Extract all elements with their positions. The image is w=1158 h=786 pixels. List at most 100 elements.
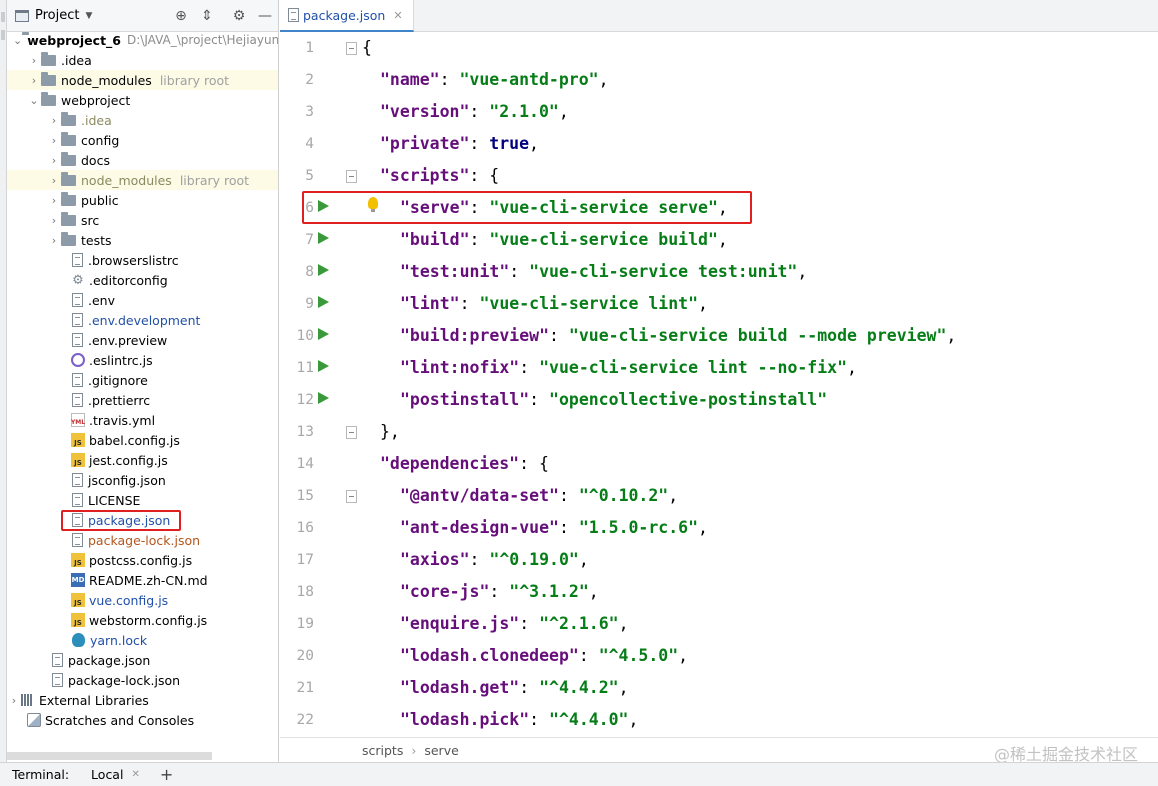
tree-row-webproject[interactable]: ⌄ webproject bbox=[7, 90, 278, 110]
add-terminal-icon[interactable]: + bbox=[160, 765, 173, 784]
tree-row-webstorm-config[interactable]: JS webstorm.config.js bbox=[7, 610, 278, 630]
tab-package-json[interactable]: package.json ✕ bbox=[280, 0, 414, 32]
run-script-icon[interactable] bbox=[318, 328, 329, 340]
json-key: "postinstall" bbox=[400, 390, 530, 409]
ignore-file-icon bbox=[72, 373, 83, 387]
json-key: "axios" bbox=[400, 550, 470, 569]
gear-icon[interactable]: ⚙ bbox=[230, 7, 248, 25]
project-strip-marker[interactable] bbox=[1, 12, 5, 22]
horizontal-scrollbar[interactable] bbox=[7, 752, 212, 760]
tree-row-vue-config[interactable]: JS vue.config.js bbox=[7, 590, 278, 610]
line-number: 16 bbox=[296, 520, 314, 536]
chevron-right-icon[interactable]: › bbox=[47, 214, 61, 227]
tree-row-external-libraries[interactable]: › External Libraries bbox=[7, 690, 278, 710]
tree-label: package-lock.json bbox=[88, 532, 201, 548]
project-view-selector[interactable]: Project bbox=[35, 8, 79, 23]
run-script-icon[interactable] bbox=[318, 360, 329, 372]
chevron-right-icon[interactable]: › bbox=[47, 234, 61, 247]
tree-row-tests[interactable]: › tests bbox=[7, 230, 278, 250]
fold-marker-icon[interactable] bbox=[346, 490, 357, 503]
tree-row-root[interactable]: ⌄ webproject_6 D:\JAVA_\project\Hejiayun bbox=[7, 30, 278, 50]
js-file-icon: JS bbox=[71, 613, 85, 627]
chevron-down-icon[interactable]: ⌄ bbox=[27, 94, 41, 107]
line-number: 18 bbox=[296, 584, 314, 600]
locate-icon[interactable]: ⊕ bbox=[172, 7, 190, 25]
tree-row-prettierrc[interactable]: .prettierrc bbox=[7, 390, 278, 410]
chevron-down-icon[interactable]: ▼ bbox=[85, 11, 92, 21]
tree-row-env-preview[interactable]: .env.preview bbox=[7, 330, 278, 350]
tree-row-src[interactable]: › src bbox=[7, 210, 278, 230]
tree-row-browserslistrc[interactable]: .browserslistrc bbox=[7, 250, 278, 270]
tree-row-docs[interactable]: › docs bbox=[7, 150, 278, 170]
tree-row-env[interactable]: .env bbox=[7, 290, 278, 310]
fold-marker-icon[interactable] bbox=[346, 426, 357, 439]
tree-row-scratches[interactable]: Scratches and Consoles bbox=[7, 710, 278, 730]
breadcrumb-item[interactable]: scripts bbox=[362, 743, 403, 758]
tree-row-node-modules[interactable]: › node_modules library root bbox=[7, 70, 278, 90]
chevron-right-icon[interactable]: › bbox=[47, 114, 61, 127]
run-script-icon[interactable] bbox=[318, 232, 329, 244]
tree-row-gitignore[interactable]: .gitignore bbox=[7, 370, 278, 390]
chevron-right-icon[interactable]: › bbox=[47, 174, 61, 187]
chevron-right-icon[interactable]: › bbox=[47, 194, 61, 207]
tree-row-env-development[interactable]: .env.development bbox=[7, 310, 278, 330]
json-string: "vue-cli-service test:unit" bbox=[529, 262, 798, 281]
tree-label: config bbox=[81, 132, 120, 148]
tree-row-idea[interactable]: › .idea bbox=[7, 50, 278, 70]
line-number: 1 bbox=[305, 40, 314, 56]
tree-row-config[interactable]: › config bbox=[7, 130, 278, 150]
tree-row-editorconfig[interactable]: ⚙ .editorconfig bbox=[7, 270, 278, 290]
run-script-icon[interactable] bbox=[318, 264, 329, 276]
tree-row-yarn-lock[interactable]: yarn.lock bbox=[7, 630, 278, 650]
minimize-icon[interactable]: — bbox=[256, 7, 274, 25]
chevron-down-icon[interactable]: ⌄ bbox=[13, 34, 22, 47]
chevron-right-icon[interactable]: › bbox=[47, 154, 61, 167]
chevron-right-icon[interactable]: › bbox=[47, 134, 61, 147]
json-key: "lint:nofix" bbox=[400, 358, 520, 377]
tree-row-jest-config[interactable]: JS jest.config.js bbox=[7, 450, 278, 470]
collapse-all-icon[interactable]: ⇕ bbox=[198, 7, 216, 25]
tree-row-package-lock-json[interactable]: package-lock.json bbox=[7, 530, 278, 550]
chevron-right-icon[interactable]: › bbox=[27, 74, 41, 87]
run-script-icon[interactable] bbox=[318, 392, 329, 404]
json-key: "scripts" bbox=[380, 166, 470, 185]
tree-row-public[interactable]: › public bbox=[7, 190, 278, 210]
config-file-icon bbox=[72, 393, 83, 407]
json-key: "name" bbox=[380, 70, 440, 89]
tree-row-root-package-json[interactable]: package.json bbox=[7, 650, 278, 670]
code-line: "@antv/data-set": "^0.10.2", bbox=[400, 486, 679, 505]
tree-row-root-package-lock-json[interactable]: package-lock.json bbox=[7, 670, 278, 690]
line-number: 3 bbox=[305, 104, 314, 120]
js-file-icon: JS bbox=[71, 453, 85, 467]
tree-row-babel-config[interactable]: JS babel.config.js bbox=[7, 430, 278, 450]
fold-marker-icon[interactable] bbox=[346, 42, 357, 55]
tree-row-travis[interactable]: YML .travis.yml bbox=[7, 410, 278, 430]
eslint-icon bbox=[71, 353, 85, 367]
close-icon[interactable]: ✕ bbox=[393, 9, 402, 22]
code-area[interactable]: { "name": "vue-antd-pro", "version": "2.… bbox=[362, 32, 1152, 737]
tree-row-license[interactable]: LICENSE bbox=[7, 490, 278, 510]
code-line: "enquire.js": "^2.1.6", bbox=[400, 614, 629, 633]
editor-tab-bar: package.json ✕ bbox=[280, 0, 1158, 32]
tree-row-eslintrc[interactable]: .eslintrc.js bbox=[7, 350, 278, 370]
tree-row-readme[interactable]: MD README.zh-CN.md bbox=[7, 570, 278, 590]
tree-label: jest.config.js bbox=[89, 452, 168, 468]
tree-row-node-modules-sub[interactable]: › node_modules library root bbox=[7, 170, 278, 190]
line-number: 9 bbox=[305, 296, 314, 312]
json-file-icon bbox=[52, 653, 63, 667]
tree-row-postcss-config[interactable]: JS postcss.config.js bbox=[7, 550, 278, 570]
line-number: 20 bbox=[296, 648, 314, 664]
chevron-right-icon[interactable]: › bbox=[7, 694, 21, 707]
terminal-label[interactable]: Terminal: bbox=[12, 767, 69, 782]
close-icon[interactable]: ✕ bbox=[131, 769, 139, 780]
fold-marker-icon[interactable] bbox=[346, 170, 357, 183]
tree-row-idea-sub[interactable]: › .idea bbox=[7, 110, 278, 130]
chevron-right-icon[interactable]: › bbox=[27, 54, 41, 67]
terminal-tab-local[interactable]: Local bbox=[91, 767, 123, 782]
line-number: 14 bbox=[296, 456, 314, 472]
tree-row-jsconfig[interactable]: jsconfig.json bbox=[7, 470, 278, 490]
run-script-icon[interactable] bbox=[318, 296, 329, 308]
folder-icon bbox=[61, 171, 76, 186]
breadcrumb-item[interactable]: serve bbox=[424, 743, 458, 758]
punct: }, bbox=[380, 422, 400, 441]
